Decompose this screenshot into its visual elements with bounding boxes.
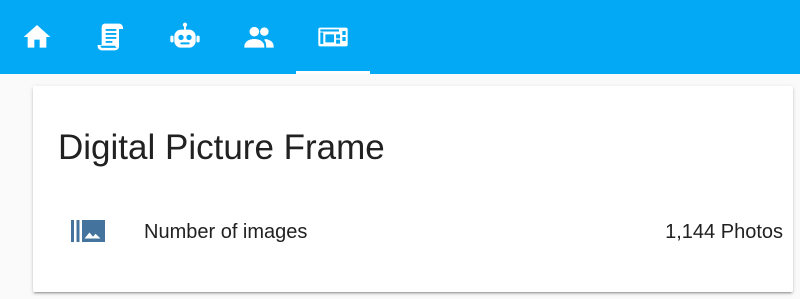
entity-state: 1,144 Photos	[665, 221, 783, 243]
entity-name: Number of images	[144, 221, 308, 243]
entities-card: Digital Picture Frame Number of images 1…	[33, 86, 793, 292]
entity-row-number-of-images[interactable]: Number of images 1,144 Photos	[33, 208, 793, 256]
account-group-icon	[243, 21, 275, 53]
tab-automations[interactable]	[148, 0, 222, 74]
tab-people[interactable]	[222, 0, 296, 74]
view-tabs	[0, 0, 370, 74]
tab-scripts[interactable]	[74, 0, 148, 74]
robot-icon	[169, 21, 201, 53]
app-root: Digital Picture Frame Number of images 1…	[0, 0, 800, 299]
tab-home[interactable]	[0, 0, 74, 74]
home-icon	[21, 21, 53, 53]
image-multiple-icon	[69, 218, 107, 246]
script-icon	[95, 21, 127, 53]
raspberry-pi-board-icon	[317, 21, 349, 53]
top-toolbar	[0, 0, 800, 74]
tab-hardware[interactable]	[296, 0, 370, 74]
card-title: Digital Picture Frame	[58, 128, 385, 167]
